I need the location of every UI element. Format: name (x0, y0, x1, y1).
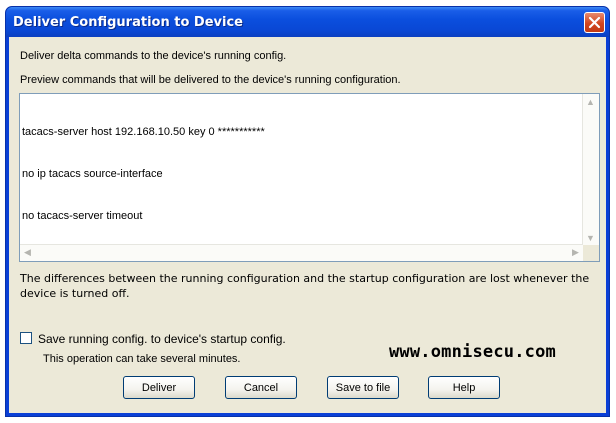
scroll-right-button[interactable]: ▶ (568, 245, 583, 260)
chevron-left-icon: ◀ (24, 247, 31, 257)
command-line: no tacacs-server timeout (22, 210, 143, 222)
chevron-down-icon: ▼ (586, 232, 595, 243)
vertical-scrollbar[interactable]: ▲ ▼ (582, 94, 599, 245)
operation-hint: This operation can take several minutes. (43, 353, 241, 365)
scrollbar-corner (583, 245, 599, 261)
command-line: tacacs-server host 192.168.10.50 key 0 *… (22, 126, 265, 138)
chevron-up-icon: ▲ (586, 96, 595, 107)
scroll-up-button[interactable]: ▲ (583, 94, 598, 109)
command-line: no ip tacacs source-interface (22, 168, 163, 180)
close-button[interactable] (584, 12, 605, 33)
commands-preview-box[interactable]: tacacs-server host 192.168.10.50 key 0 *… (19, 93, 600, 262)
help-button[interactable]: Help (428, 376, 500, 399)
preview-caption: Preview commands that will be delivered … (20, 74, 401, 86)
dialog-title: Deliver Configuration to Device (13, 15, 243, 30)
intro-text: Deliver delta commands to the device's r… (20, 50, 287, 62)
scroll-down-button[interactable]: ▼ (583, 230, 598, 245)
warning-note: The differences between the running conf… (20, 272, 590, 300)
close-icon (588, 16, 601, 29)
deliver-button[interactable]: Deliver (123, 376, 195, 399)
watermark-text: www.omnisecu.com (389, 342, 556, 362)
save-to-file-button[interactable]: Save to file (327, 376, 399, 399)
title-bar[interactable]: Deliver Configuration to Device (6, 7, 609, 37)
cancel-button[interactable]: Cancel (225, 376, 297, 399)
dialog-body: Deliver delta commands to the device's r… (9, 37, 606, 413)
dialog-window: Deliver Configuration to Device Deliver … (5, 6, 610, 417)
chevron-right-icon: ▶ (572, 247, 579, 257)
save-startup-checkbox[interactable] (20, 332, 32, 344)
horizontal-scrollbar[interactable]: ◀ ▶ (20, 244, 583, 261)
save-startup-label[interactable]: Save running config. to device's startup… (38, 332, 286, 346)
commands-preview-text[interactable]: tacacs-server host 192.168.10.50 key 0 *… (22, 97, 583, 245)
scroll-left-button[interactable]: ◀ (20, 245, 35, 260)
